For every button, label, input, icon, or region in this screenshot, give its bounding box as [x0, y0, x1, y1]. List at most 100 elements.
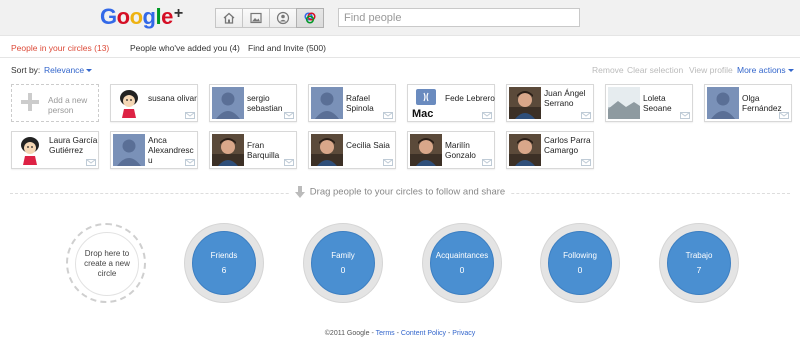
view-profile-button[interactable]: View profile: [689, 65, 733, 75]
circle-name: Friends: [210, 251, 238, 260]
person-name: Olga Fernández: [742, 93, 782, 113]
copyright: ©2011 Google: [324, 330, 370, 337]
privacy-link[interactable]: Privacy: [452, 330, 475, 337]
photos-button[interactable]: [242, 8, 270, 28]
drop-zone-label: Drop here to create a new circle: [84, 249, 130, 278]
person-card[interactable]: Loleta Seoane: [605, 84, 693, 122]
logo-letter: e: [161, 4, 173, 29]
tab-find-and-invite[interactable]: Find and Invite (500): [248, 43, 326, 53]
person-name: Juan Ángel Serrano: [544, 88, 586, 108]
drop-zone-inner: Drop here to create a new circle: [75, 232, 139, 296]
mail-icon: [383, 112, 393, 119]
circle-inner: Following 0: [548, 231, 612, 295]
avatar: [113, 134, 145, 166]
circles-tabs: People in your circles (13) People who'v…: [0, 36, 800, 58]
avatar: [410, 134, 442, 166]
person-card[interactable]: Juan Ángel Serrano: [506, 84, 594, 122]
person-card[interactable]: Marilín Gonzalo: [407, 131, 495, 169]
mail-icon: [86, 159, 96, 166]
top-bar: Google+: [0, 0, 800, 36]
avatar: [113, 87, 145, 119]
circle-count: 0: [459, 265, 465, 275]
person-card[interactable]: Olga Fernández: [704, 84, 792, 122]
circle-inner: Friends 6: [192, 231, 256, 295]
circle-acquaintances[interactable]: Acquaintances 0: [422, 223, 502, 303]
person-name: Rafael Spinola: [346, 93, 374, 113]
circles-button[interactable]: [296, 8, 324, 28]
person-card[interactable]: Mac Fede Lebrero: [407, 84, 495, 122]
photos-icon: [250, 12, 262, 24]
sort-dropdown[interactable]: Relevance: [44, 65, 93, 75]
circle-following[interactable]: Following 0: [540, 223, 620, 303]
person-name: Carlos Parra Camargo: [544, 135, 591, 155]
new-circle-drop-zone[interactable]: Drop here to create a new circle: [66, 223, 146, 303]
circle-name: Acquaintances: [435, 251, 489, 260]
circle-trabajo[interactable]: Trabajo 7: [659, 223, 739, 303]
profile-button[interactable]: [269, 8, 297, 28]
circle-count: 0: [340, 265, 346, 275]
avatar: [311, 87, 343, 119]
arrow-down-icon: [294, 186, 305, 199]
main-nav: [215, 8, 324, 28]
logo-plus: +: [173, 5, 183, 22]
logo-letter: o: [116, 4, 130, 29]
more-actions-dropdown[interactable]: More actions: [737, 65, 794, 75]
plus-icon: [21, 93, 39, 111]
profile-icon: [276, 11, 290, 25]
circle-family[interactable]: Family 0: [303, 223, 383, 303]
person-name: Marilín Gonzalo: [445, 140, 476, 160]
add-person-card[interactable]: Add a new person: [11, 84, 99, 122]
avatar: Mac: [410, 87, 442, 119]
person-name: sergio sebastian: [247, 93, 283, 113]
more-actions-label: More actions: [737, 65, 786, 75]
google-plus-logo[interactable]: Google+: [100, 4, 183, 30]
home-icon: [223, 12, 235, 24]
mail-icon: [779, 112, 789, 119]
mail-icon: [185, 159, 195, 166]
circle-name: Trabajo: [685, 251, 713, 260]
avatar: [608, 87, 640, 119]
person-card[interactable]: sergio sebastian: [209, 84, 297, 122]
add-person-label: Add a new person: [48, 95, 88, 115]
person-card[interactable]: susana olivar: [110, 84, 198, 122]
person-card[interactable]: Cecilia Saia: [308, 131, 396, 169]
tab-people-in-circles[interactable]: People in your circles (13): [11, 43, 109, 53]
remove-button[interactable]: Remove: [592, 65, 624, 75]
person-card[interactable]: Anca Alexandrescu: [110, 131, 198, 169]
circle-friends[interactable]: Friends 6: [184, 223, 264, 303]
person-card[interactable]: Rafael Spinola: [308, 84, 396, 122]
drag-hint-row: Drag people to your circles to follow an…: [0, 186, 800, 199]
home-button[interactable]: [215, 8, 243, 28]
person-name: Fede Lebrero: [445, 93, 495, 103]
mail-icon: [185, 112, 195, 119]
mail-icon: [581, 112, 591, 119]
avatar: [212, 134, 244, 166]
circle-inner: Trabajo 7: [667, 231, 731, 295]
mail-icon: [482, 159, 492, 166]
circle-name: Following: [563, 251, 597, 260]
drag-hint: Drag people to your circles to follow an…: [288, 186, 512, 199]
avatar: [14, 134, 46, 166]
content-policy-link[interactable]: Content Policy: [401, 330, 446, 337]
mail-icon: [482, 112, 492, 119]
mail-icon: [581, 159, 591, 166]
person-name: Fran Barquilla: [247, 140, 280, 160]
person-name: susana olivar: [148, 93, 197, 103]
terms-link[interactable]: Terms: [376, 330, 395, 337]
mail-icon: [284, 112, 294, 119]
avatar: [311, 134, 343, 166]
clear-selection-button[interactable]: Clear selection: [627, 65, 683, 75]
sort-value: Relevance: [44, 65, 85, 75]
avatar: [509, 134, 541, 166]
mail-icon: [383, 159, 393, 166]
circle-inner: Family 0: [311, 231, 375, 295]
logo-letter: o: [129, 4, 143, 29]
tab-people-added-you[interactable]: People who've added you (4): [130, 43, 240, 53]
avatar: [707, 87, 739, 119]
person-card[interactable]: Carlos Parra Camargo: [506, 131, 594, 169]
person-card[interactable]: Laura García Gutiérrez: [11, 131, 99, 169]
person-card[interactable]: Fran Barquilla: [209, 131, 297, 169]
chevron-down-icon: [787, 69, 794, 73]
find-people-input[interactable]: [338, 8, 580, 27]
circle-count: 0: [577, 265, 583, 275]
